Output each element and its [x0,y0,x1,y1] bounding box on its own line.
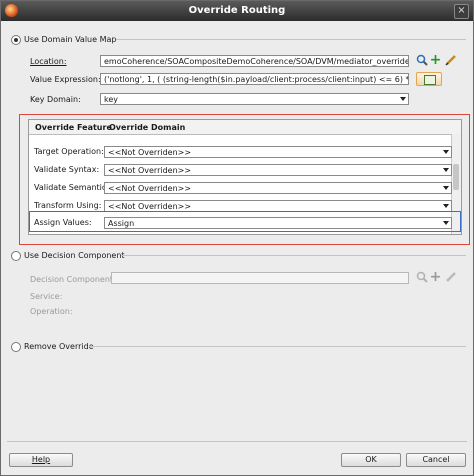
remove-override-label: Remove Override [24,342,94,351]
override-routing-dialog: Override Routing × Use Domain Value Map … [0,0,474,476]
use-domain-value-map-radio[interactable] [11,35,21,45]
select-value: <<Not Overriden>> [108,166,192,175]
ok-button[interactable]: OK [341,453,401,467]
search-icon[interactable] [415,54,428,67]
window-title: Override Routing [188,5,286,16]
group-divider [121,255,466,256]
operation-label: Operation: [30,307,73,316]
close-icon[interactable]: × [454,4,469,19]
assign-values-highlight [29,211,461,232]
group-divider [116,39,466,40]
key-domain-label: Key Domain: [30,95,81,104]
chevron-down-icon [443,150,449,154]
decision-component-field [111,272,409,284]
select-value: <<Not Overriden>> [108,184,192,193]
table-header: Override Feature Override Domain [29,120,461,135]
key-domain-value: key [104,95,119,104]
service-label: Service: [30,292,63,301]
group-divider [89,346,466,347]
value-expression-field[interactable]: ('notlong', 1, ( (string-length($in.payl… [100,73,409,85]
ok-button-label: OK [365,455,377,464]
chevron-down-icon [400,97,406,101]
scrollbar-thumb[interactable] [453,164,459,190]
use-decision-component-label: Use Decision Component [24,251,125,260]
table-row: Target Operation: <<Not Overriden>> [29,144,453,160]
col-override-domain: Override Domain [109,123,186,132]
footer-divider [7,441,467,442]
edit-pencil-icon [444,271,457,284]
chevron-down-icon [443,168,449,172]
row-label: Target Operation: [34,147,104,156]
chevron-down-icon [443,186,449,190]
location-field[interactable]: emoCoherence/SOACompositeDemoCoherence/S… [100,55,409,67]
help-button-label: Help [31,455,51,464]
cancel-button-label: Cancel [422,455,450,464]
row-label: Transform Using: [34,201,102,210]
key-domain-select[interactable]: key [100,93,409,105]
row-label: Validate Semantic: [34,183,109,192]
table-row: Validate Semantic: <<Not Overriden>> [29,180,453,196]
add-icon[interactable]: + [429,53,442,67]
use-domain-value-map-label: Use Domain Value Map [24,35,117,44]
add-icon: + [429,269,442,285]
validate-syntax-select[interactable]: <<Not Overriden>> [104,164,452,176]
title-bar: Override Routing × [1,1,473,21]
location-label: Location: [30,57,67,66]
row-label: Validate Syntax: [34,165,100,174]
edit-pencil-icon[interactable] [444,54,457,67]
value-expression-label: Value Expression: [30,75,101,84]
remove-override-radio[interactable] [11,342,21,352]
expression-builder-icon [424,75,436,85]
table-row: Validate Syntax: <<Not Overriden>> [29,162,453,178]
chevron-down-icon [443,204,449,208]
expression-builder-button[interactable] [416,72,442,86]
col-override-feature: Override Feature [35,123,112,132]
search-icon [415,271,428,284]
use-decision-component-radio[interactable] [11,251,21,261]
cancel-button[interactable]: Cancel [406,453,466,467]
select-value: <<Not Overriden>> [108,148,192,157]
help-button[interactable]: Help [9,453,73,467]
target-operation-select[interactable]: <<Not Overriden>> [104,146,452,158]
validate-semantic-select[interactable]: <<Not Overriden>> [104,182,452,194]
decision-component-label: Decision Component: [30,275,116,284]
